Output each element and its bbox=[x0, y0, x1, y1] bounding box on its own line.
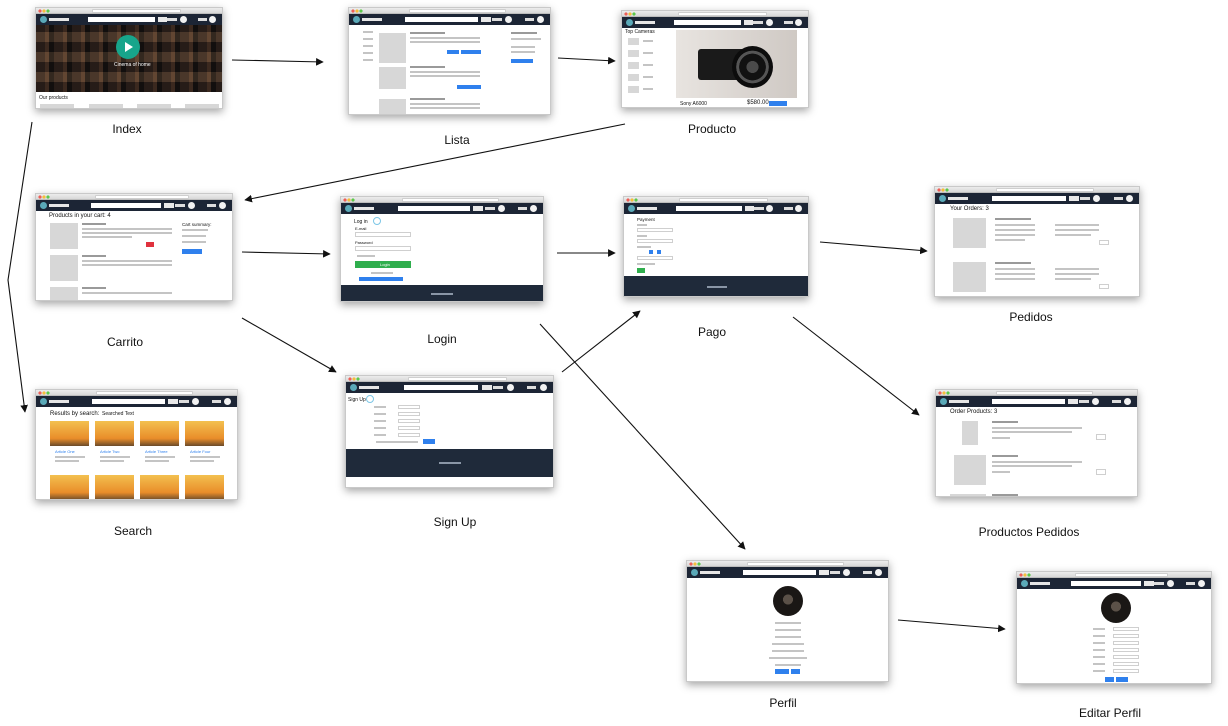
window-editar-perfil bbox=[1016, 571, 1212, 684]
view-button[interactable] bbox=[1096, 469, 1106, 475]
caption-search: Search bbox=[113, 524, 153, 538]
arrow-producto-to-carrito bbox=[244, 123, 626, 203]
sidebar-title: Top Cameras bbox=[625, 29, 655, 35]
login-button-label: Login bbox=[380, 262, 390, 267]
arrow-login-to-perfil bbox=[539, 323, 746, 550]
caption-signup: Sign Up bbox=[433, 515, 477, 529]
order-products-title: Order Products: 3 bbox=[950, 409, 998, 415]
edit-profile-button[interactable] bbox=[775, 669, 789, 674]
arrow-index-to-lista bbox=[231, 57, 324, 66]
window-index: Cinema of home Our products bbox=[35, 7, 223, 109]
signup-field[interactable] bbox=[398, 405, 420, 409]
profile-field[interactable] bbox=[1113, 634, 1139, 638]
window-producto: Top Cameras Sony A6000 $580.00 bbox=[621, 10, 809, 108]
profile-field[interactable] bbox=[1113, 648, 1139, 652]
caption-pedidos: Pedidos bbox=[1009, 310, 1053, 324]
pay-button[interactable] bbox=[637, 268, 645, 273]
result-title-4[interactable]: Article Four bbox=[190, 449, 210, 454]
product-price: $580.00 bbox=[747, 100, 769, 106]
user-icon bbox=[373, 217, 381, 225]
window-login: Log in E-mail Password Login bbox=[340, 196, 544, 302]
payment-field[interactable] bbox=[637, 228, 673, 232]
user-icon bbox=[366, 395, 374, 403]
arrow-pago-to-productos-pedidos bbox=[792, 316, 920, 416]
login-title: Log in bbox=[354, 219, 368, 225]
profile-field[interactable] bbox=[1113, 662, 1139, 666]
password-label: Password bbox=[355, 240, 373, 245]
remove-button[interactable] bbox=[146, 242, 154, 247]
product-list bbox=[349, 25, 550, 114]
checkout-button[interactable] bbox=[182, 249, 202, 254]
result-title-1[interactable]: Article One bbox=[55, 449, 75, 454]
arrow-perfil-to-editar-perfil bbox=[897, 619, 1006, 633]
payment-title: Payment bbox=[637, 217, 655, 222]
window-pago: Payment bbox=[623, 196, 809, 297]
view-order-button[interactable] bbox=[1099, 240, 1109, 245]
result-title-3[interactable]: Article Three bbox=[145, 449, 168, 454]
window-carrito: Products in your cart: 4 Cart summary: bbox=[35, 193, 233, 301]
window-perfil bbox=[686, 560, 889, 682]
signup-field[interactable] bbox=[398, 433, 420, 437]
payment-field[interactable] bbox=[637, 239, 673, 243]
arrow-carrito-to-login bbox=[241, 249, 331, 258]
email-label: E-mail bbox=[355, 226, 367, 231]
payment-checkbox[interactable] bbox=[657, 250, 661, 254]
profile-field[interactable] bbox=[1113, 641, 1139, 645]
signup-field[interactable] bbox=[398, 426, 420, 430]
search-query: Searched Text bbox=[102, 411, 134, 417]
caption-editar-perfil: Editar Perfil bbox=[1078, 706, 1142, 720]
window-pedidos: Your Orders: 3 bbox=[934, 186, 1140, 297]
orders-button[interactable] bbox=[791, 669, 800, 674]
window-signup: Sign Up bbox=[345, 375, 554, 488]
view-order-button[interactable] bbox=[1099, 284, 1109, 289]
profile-field[interactable] bbox=[1113, 655, 1139, 659]
window-productos-pedidos: Order Products: 3 bbox=[935, 389, 1138, 497]
arrow-carrito-to-signup bbox=[241, 317, 337, 373]
arrow-pago-to-pedidos bbox=[819, 241, 928, 255]
orders-title: Your Orders: 3 bbox=[950, 206, 989, 212]
product-name: Sony A6000 bbox=[680, 101, 707, 107]
signup-field[interactable] bbox=[398, 419, 420, 423]
cancel-button[interactable] bbox=[1116, 677, 1128, 682]
profile-field[interactable] bbox=[1113, 669, 1139, 673]
caption-perfil: Perfil bbox=[769, 696, 797, 710]
navbar bbox=[36, 14, 222, 25]
email-input[interactable] bbox=[355, 232, 411, 237]
caption-login: Login bbox=[427, 332, 457, 346]
arrow-signup-to-pago bbox=[561, 310, 641, 373]
save-button[interactable] bbox=[1105, 677, 1114, 682]
play-icon bbox=[125, 42, 133, 52]
cart-title: Products in your cart: 4 bbox=[49, 213, 111, 219]
signup-button[interactable] bbox=[423, 439, 435, 444]
arrow-lista-to-producto bbox=[557, 56, 616, 65]
view-button[interactable] bbox=[1096, 434, 1106, 440]
signup-title: Sign Up bbox=[348, 397, 366, 403]
signup-field[interactable] bbox=[398, 412, 420, 416]
arrow-index-to-search bbox=[7, 121, 33, 413]
cart-summary-title: Cart summary: bbox=[182, 222, 212, 227]
profile-avatar bbox=[1101, 593, 1131, 623]
window-search: Results by search: Searched Text Article… bbox=[35, 389, 238, 500]
create-account-button[interactable] bbox=[359, 277, 403, 281]
result-title-2[interactable]: Article Two bbox=[100, 449, 120, 454]
payment-field[interactable] bbox=[637, 256, 673, 260]
caption-index: Index bbox=[112, 122, 142, 136]
payment-checkbox[interactable] bbox=[649, 250, 653, 254]
profile-avatar bbox=[773, 586, 803, 616]
password-input[interactable] bbox=[355, 246, 411, 251]
product-photo bbox=[676, 30, 797, 98]
section-title: Our products bbox=[39, 95, 68, 101]
caption-producto: Producto bbox=[687, 122, 737, 136]
caption-lista: Lista bbox=[444, 133, 470, 147]
caption-pago: Pago bbox=[697, 325, 727, 339]
add-to-cart-button[interactable] bbox=[769, 101, 787, 106]
window-lista bbox=[348, 7, 551, 115]
caption-productos-pedidos: Productos Pedidos bbox=[978, 525, 1080, 539]
profile-field[interactable] bbox=[1113, 627, 1139, 631]
search-results-title: Results by search: bbox=[50, 411, 100, 417]
hero-title: Cinema of home bbox=[114, 62, 151, 68]
caption-carrito: Carrito bbox=[106, 335, 144, 349]
